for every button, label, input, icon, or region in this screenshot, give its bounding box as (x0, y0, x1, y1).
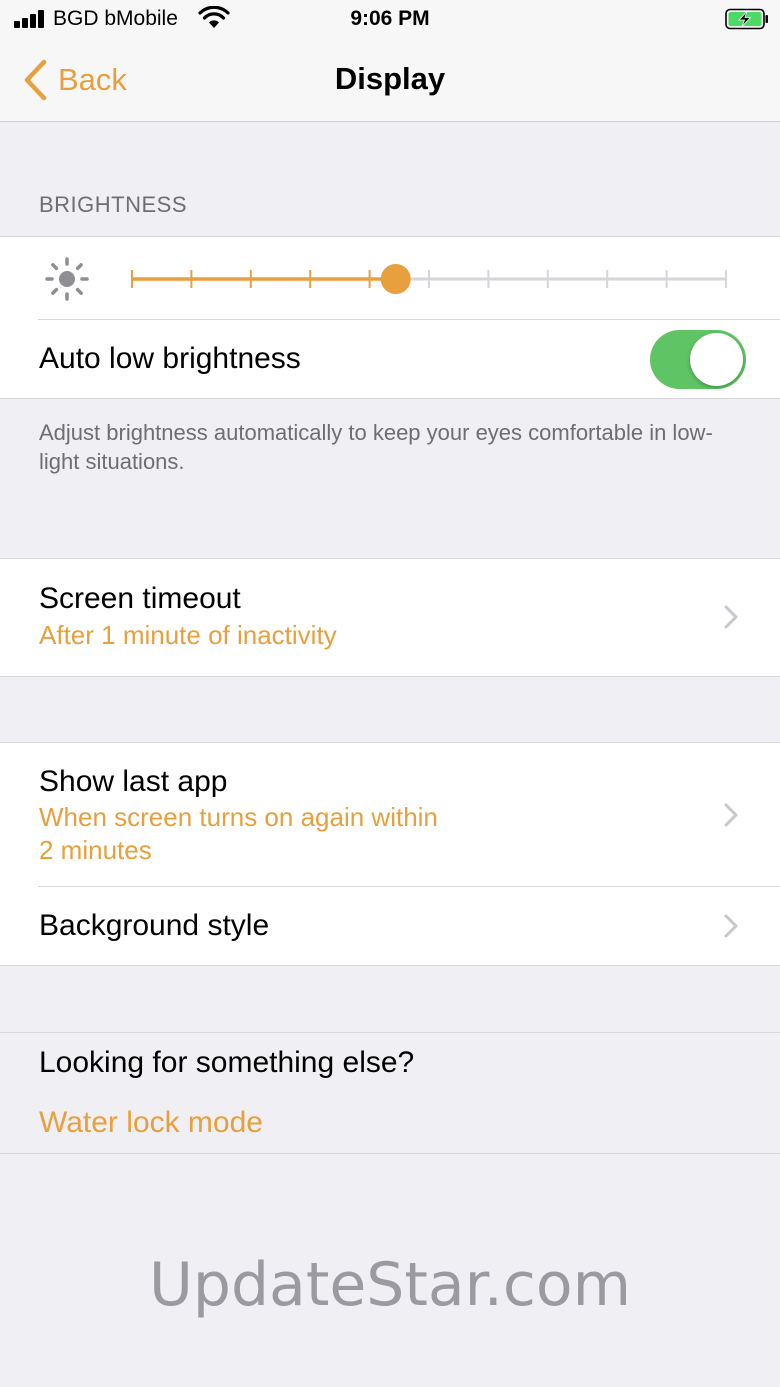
watermark-text: UpdateStar.com (148, 1250, 632, 1320)
show-last-app-title: Show last app (39, 765, 228, 798)
looking-for-title: Looking for something else? (39, 1046, 415, 1079)
water-lock-mode-link[interactable]: Water lock mode (39, 1106, 263, 1140)
screen-timeout-group: Screen timeout After 1 minute of inactiv… (0, 558, 780, 677)
show-last-app-value-line1: When screen turns on again within (39, 802, 438, 832)
chevron-right-icon (724, 803, 738, 827)
app-display-group: Show last app When screen turns on again… (0, 742, 780, 966)
brightness-slider[interactable] (128, 257, 732, 301)
auto-low-brightness-toggle[interactable] (650, 330, 746, 389)
brightness-slider-row (0, 237, 780, 319)
chevron-right-icon (724, 914, 738, 938)
background-style-row[interactable]: Background style (0, 887, 780, 965)
show-last-app-value-line2: 2 minutes (39, 835, 152, 865)
battery-charging-icon (725, 8, 768, 30)
screen-timeout-row[interactable]: Screen timeout After 1 minute of inactiv… (0, 559, 780, 676)
status-bar: BGD bMobile 9:06 PM (0, 0, 780, 40)
page-title: Display (334, 61, 446, 96)
sun-icon (45, 257, 89, 301)
screen-timeout-title: Screen timeout (39, 582, 241, 615)
auto-low-brightness-row: Auto low brightness (0, 320, 780, 398)
brightness-group: Auto low brightness (0, 236, 780, 399)
brightness-section-header: BRIGHTNESS (39, 192, 188, 217)
slider-thumb[interactable] (380, 264, 411, 294)
looking-for-section: Looking for something else? Water lock m… (0, 1032, 780, 1154)
navigation-bar: Back Display (0, 40, 780, 122)
chevron-right-icon (724, 605, 738, 629)
background-style-title: Background style (39, 909, 270, 942)
brightness-footer: Adjust brightness automatically to keep … (39, 420, 713, 474)
status-time: 9:06 PM (350, 7, 430, 30)
auto-low-brightness-label: Auto low brightness (39, 342, 301, 375)
toggle-knob (690, 333, 743, 386)
screen-timeout-value: After 1 minute of inactivity (39, 620, 337, 650)
show-last-app-row[interactable]: Show last app When screen turns on again… (0, 743, 780, 886)
